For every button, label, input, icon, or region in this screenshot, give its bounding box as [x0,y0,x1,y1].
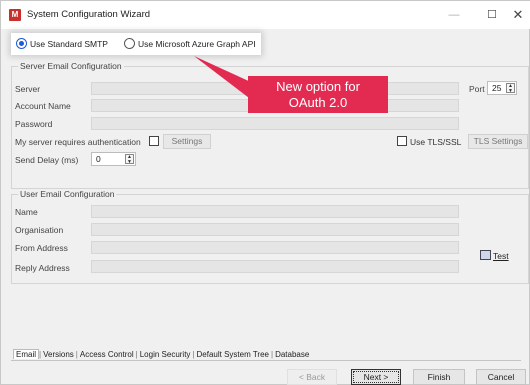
port-stepper[interactable]: 25 ▲ ▼ [487,81,517,95]
tab-login-security[interactable]: Login Security [138,350,193,359]
auth-option-row: Use Standard SMTP Use Microsoft Azure Gr… [11,33,261,55]
smtp-radio-label[interactable]: Use Standard SMTP [30,39,108,49]
callout-line-1: New option for [276,79,360,94]
app-logo-icon: M [9,9,21,21]
stepper-arrows-icon[interactable]: ▲ ▼ [506,83,515,94]
organisation-label: Organisation [15,225,64,235]
minimize-button[interactable]: — [437,5,471,25]
send-delay-stepper[interactable]: 0 ▲ ▼ [91,152,136,166]
name-label: Name [15,207,38,217]
test-button-label: Test [493,251,509,261]
user-group-title: User Email Configuration [18,189,117,199]
tab-default-system-tree[interactable]: Default System Tree [195,350,271,359]
tls-checkbox[interactable] [397,136,407,146]
tab-email[interactable]: Email [13,349,40,359]
organisation-input[interactable] [91,223,459,236]
title-bar: M System Configuration Wizard — ☐ ✕ [1,1,530,29]
cancel-button[interactable]: Cancel [476,369,526,385]
window-title: System Configuration Wizard [27,9,151,20]
azure-radio-label[interactable]: Use Microsoft Azure Graph API [138,39,256,49]
back-button[interactable]: < Back [287,369,337,385]
oauth-callout: New option for OAuth 2.0 [248,76,388,113]
auth-required-label: My server requires authentication [15,137,141,147]
name-input[interactable] [91,205,459,218]
tab-divider [11,360,521,361]
port-value: 25 [492,83,502,93]
auth-required-checkbox[interactable] [149,136,159,146]
tab-database[interactable]: Database [273,350,311,359]
finish-button[interactable]: Finish [413,369,465,385]
reply-address-input[interactable] [91,260,459,273]
tab-access-control[interactable]: Access Control [78,350,136,359]
server-group-title: Server Email Configuration [18,61,124,71]
password-input[interactable] [91,117,459,130]
maximize-button[interactable]: ☐ [475,5,509,25]
password-label: Password [15,119,53,129]
smtp-radio[interactable] [16,38,27,49]
test-button[interactable]: Test [480,250,509,261]
port-label: Port [469,84,485,94]
from-address-input[interactable] [91,241,459,254]
send-delay-value: 0 [96,154,101,164]
stepper-arrows-icon[interactable]: ▲ ▼ [125,154,134,165]
from-address-label: From Address [15,243,68,253]
tls-settings-button[interactable]: TLS Settings [468,134,528,149]
close-button[interactable]: ✕ [505,5,530,25]
configuration-wizard-window: M System Configuration Wizard — ☐ ✕ Serv… [0,0,530,385]
tab-versions[interactable]: Versions [41,350,76,359]
reply-address-label: Reply Address [15,263,70,273]
account-name-label: Account Name [15,101,71,111]
test-email-icon [480,250,491,260]
auth-settings-button[interactable]: Settings [163,134,211,149]
next-button[interactable]: Next > [351,369,401,385]
callout-line-2: OAuth 2.0 [288,95,348,110]
azure-radio[interactable] [124,38,135,49]
server-label: Server [15,84,41,94]
send-delay-label: Send Delay (ms) [15,155,79,165]
tls-label: Use TLS/SSL [410,137,462,147]
